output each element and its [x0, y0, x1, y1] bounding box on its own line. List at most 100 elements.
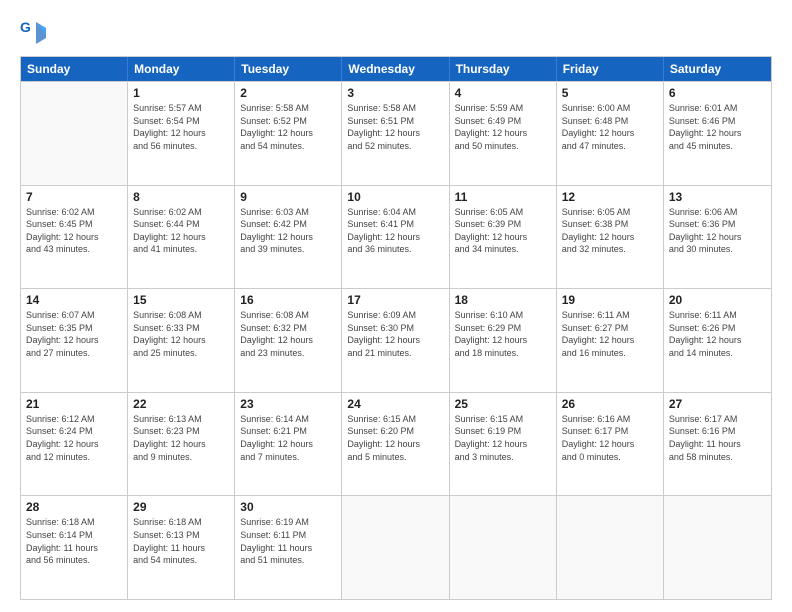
cell-info: Sunrise: 5:59 AM Sunset: 6:49 PM Dayligh…: [455, 102, 551, 152]
calendar-cell: 12 Sunrise: 6:05 AM Sunset: 6:38 PM Dayli…: [557, 186, 664, 289]
calendar-cell: 2 Sunrise: 5:58 AM Sunset: 6:52 PM Daylig…: [235, 82, 342, 185]
header-day-friday: Friday: [557, 57, 664, 81]
calendar-cell: 9 Sunrise: 6:03 AM Sunset: 6:42 PM Daylig…: [235, 186, 342, 289]
day-number: 11: [455, 190, 551, 204]
cell-info: Sunrise: 6:03 AM Sunset: 6:42 PM Dayligh…: [240, 206, 336, 256]
day-number: 8: [133, 190, 229, 204]
calendar-cell: 6 Sunrise: 6:01 AM Sunset: 6:46 PM Daylig…: [664, 82, 771, 185]
day-number: 2: [240, 86, 336, 100]
day-number: 23: [240, 397, 336, 411]
calendar-cell: [557, 496, 664, 599]
cell-info: Sunrise: 6:16 AM Sunset: 6:17 PM Dayligh…: [562, 413, 658, 463]
calendar-cell: 17 Sunrise: 6:09 AM Sunset: 6:30 PM Dayli…: [342, 289, 449, 392]
calendar-cell: [21, 82, 128, 185]
calendar-cell: 4 Sunrise: 5:59 AM Sunset: 6:49 PM Daylig…: [450, 82, 557, 185]
cell-info: Sunrise: 6:05 AM Sunset: 6:38 PM Dayligh…: [562, 206, 658, 256]
page: G SundayMondayTuesdayWednesdayThursdayFr…: [0, 0, 792, 612]
cell-info: Sunrise: 5:58 AM Sunset: 6:51 PM Dayligh…: [347, 102, 443, 152]
day-number: 13: [669, 190, 766, 204]
day-number: 4: [455, 86, 551, 100]
header-day-saturday: Saturday: [664, 57, 771, 81]
calendar-cell: 26 Sunrise: 6:16 AM Sunset: 6:17 PM Dayli…: [557, 393, 664, 496]
calendar-cell: 3Sunrise: 5:58 AM Sunset: 6:51 PM Daylig…: [342, 82, 449, 185]
calendar-cell: 1Sunrise: 5:57 AM Sunset: 6:54 PM Daylig…: [128, 82, 235, 185]
calendar-row-2: 7Sunrise: 6:02 AM Sunset: 6:45 PM Daylig…: [21, 185, 771, 289]
calendar-cell: 18Sunrise: 6:10 AM Sunset: 6:29 PM Dayli…: [450, 289, 557, 392]
calendar-cell: 11 Sunrise: 6:05 AM Sunset: 6:39 PM Dayli…: [450, 186, 557, 289]
calendar-cell: 14 Sunrise: 6:07 AM Sunset: 6:35 PM Dayli…: [21, 289, 128, 392]
cell-info: Sunrise: 6:19 AM Sunset: 6:11 PM Dayligh…: [240, 516, 336, 566]
calendar-cell: 23Sunrise: 6:14 AM Sunset: 6:21 PM Dayli…: [235, 393, 342, 496]
day-number: 16: [240, 293, 336, 307]
cell-info: Sunrise: 6:10 AM Sunset: 6:29 PM Dayligh…: [455, 309, 551, 359]
svg-text:G: G: [20, 19, 31, 35]
day-number: 14: [26, 293, 122, 307]
day-number: 25: [455, 397, 551, 411]
calendar-header: SundayMondayTuesdayWednesdayThursdayFrid…: [21, 57, 771, 81]
calendar-cell: 8 Sunrise: 6:02 AM Sunset: 6:44 PM Daylig…: [128, 186, 235, 289]
cell-info: Sunrise: 6:00 AM Sunset: 6:48 PM Dayligh…: [562, 102, 658, 152]
day-number: 29: [133, 500, 229, 514]
calendar-cell: 19 Sunrise: 6:11 AM Sunset: 6:27 PM Dayli…: [557, 289, 664, 392]
day-number: 12: [562, 190, 658, 204]
calendar-row-5: 28Sunrise: 6:18 AM Sunset: 6:14 PM Dayli…: [21, 495, 771, 599]
calendar-cell: 15 Sunrise: 6:08 AM Sunset: 6:33 PM Dayli…: [128, 289, 235, 392]
calendar-cell: 7Sunrise: 6:02 AM Sunset: 6:45 PM Daylig…: [21, 186, 128, 289]
calendar-cell: 27 Sunrise: 6:17 AM Sunset: 6:16 PM Dayli…: [664, 393, 771, 496]
cell-info: Sunrise: 6:11 AM Sunset: 6:26 PM Dayligh…: [669, 309, 766, 359]
cell-info: Sunrise: 6:08 AM Sunset: 6:33 PM Dayligh…: [133, 309, 229, 359]
day-number: 17: [347, 293, 443, 307]
day-number: 27: [669, 397, 766, 411]
cell-info: Sunrise: 6:01 AM Sunset: 6:46 PM Dayligh…: [669, 102, 766, 152]
calendar: SundayMondayTuesdayWednesdayThursdayFrid…: [20, 56, 772, 600]
cell-info: Sunrise: 6:07 AM Sunset: 6:35 PM Dayligh…: [26, 309, 122, 359]
cell-info: Sunrise: 6:04 AM Sunset: 6:41 PM Dayligh…: [347, 206, 443, 256]
calendar-cell: 13 Sunrise: 6:06 AM Sunset: 6:36 PM Dayli…: [664, 186, 771, 289]
day-number: 19: [562, 293, 658, 307]
cell-info: Sunrise: 6:18 AM Sunset: 6:13 PM Dayligh…: [133, 516, 229, 566]
cell-info: Sunrise: 5:57 AM Sunset: 6:54 PM Dayligh…: [133, 102, 229, 152]
calendar-row-1: 1Sunrise: 5:57 AM Sunset: 6:54 PM Daylig…: [21, 81, 771, 185]
day-number: 21: [26, 397, 122, 411]
header-day-wednesday: Wednesday: [342, 57, 449, 81]
calendar-cell: 10 Sunrise: 6:04 AM Sunset: 6:41 PM Dayli…: [342, 186, 449, 289]
day-number: 15: [133, 293, 229, 307]
cell-info: Sunrise: 5:58 AM Sunset: 6:52 PM Dayligh…: [240, 102, 336, 152]
calendar-cell: [450, 496, 557, 599]
header: G: [20, 18, 772, 46]
day-number: 26: [562, 397, 658, 411]
calendar-cell: 25 Sunrise: 6:15 AM Sunset: 6:19 PM Dayli…: [450, 393, 557, 496]
cell-info: Sunrise: 6:09 AM Sunset: 6:30 PM Dayligh…: [347, 309, 443, 359]
cell-info: Sunrise: 6:02 AM Sunset: 6:44 PM Dayligh…: [133, 206, 229, 256]
logo: G: [20, 18, 54, 46]
day-number: 28: [26, 500, 122, 514]
calendar-cell: 22 Sunrise: 6:13 AM Sunset: 6:23 PM Dayli…: [128, 393, 235, 496]
cell-info: Sunrise: 6:15 AM Sunset: 6:20 PM Dayligh…: [347, 413, 443, 463]
header-day-sunday: Sunday: [21, 57, 128, 81]
calendar-cell: 30 Sunrise: 6:19 AM Sunset: 6:11 PM Dayli…: [235, 496, 342, 599]
calendar-cell: 24 Sunrise: 6:15 AM Sunset: 6:20 PM Dayli…: [342, 393, 449, 496]
day-number: 24: [347, 397, 443, 411]
calendar-body: 1Sunrise: 5:57 AM Sunset: 6:54 PM Daylig…: [21, 81, 771, 599]
cell-info: Sunrise: 6:17 AM Sunset: 6:16 PM Dayligh…: [669, 413, 766, 463]
day-number: 10: [347, 190, 443, 204]
calendar-cell: 21 Sunrise: 6:12 AM Sunset: 6:24 PM Dayli…: [21, 393, 128, 496]
day-number: 6: [669, 86, 766, 100]
calendar-cell: 29 Sunrise: 6:18 AM Sunset: 6:13 PM Dayli…: [128, 496, 235, 599]
header-day-tuesday: Tuesday: [235, 57, 342, 81]
calendar-row-3: 14 Sunrise: 6:07 AM Sunset: 6:35 PM Dayli…: [21, 288, 771, 392]
day-number: 30: [240, 500, 336, 514]
day-number: 22: [133, 397, 229, 411]
calendar-cell: 16Sunrise: 6:08 AM Sunset: 6:32 PM Dayli…: [235, 289, 342, 392]
header-day-thursday: Thursday: [450, 57, 557, 81]
day-number: 9: [240, 190, 336, 204]
header-day-monday: Monday: [128, 57, 235, 81]
cell-info: Sunrise: 6:02 AM Sunset: 6:45 PM Dayligh…: [26, 206, 122, 256]
cell-info: Sunrise: 6:13 AM Sunset: 6:23 PM Dayligh…: [133, 413, 229, 463]
cell-info: Sunrise: 6:06 AM Sunset: 6:36 PM Dayligh…: [669, 206, 766, 256]
cell-info: Sunrise: 6:11 AM Sunset: 6:27 PM Dayligh…: [562, 309, 658, 359]
cell-info: Sunrise: 6:15 AM Sunset: 6:19 PM Dayligh…: [455, 413, 551, 463]
cell-info: Sunrise: 6:05 AM Sunset: 6:39 PM Dayligh…: [455, 206, 551, 256]
calendar-row-4: 21 Sunrise: 6:12 AM Sunset: 6:24 PM Dayli…: [21, 392, 771, 496]
cell-info: Sunrise: 6:12 AM Sunset: 6:24 PM Dayligh…: [26, 413, 122, 463]
